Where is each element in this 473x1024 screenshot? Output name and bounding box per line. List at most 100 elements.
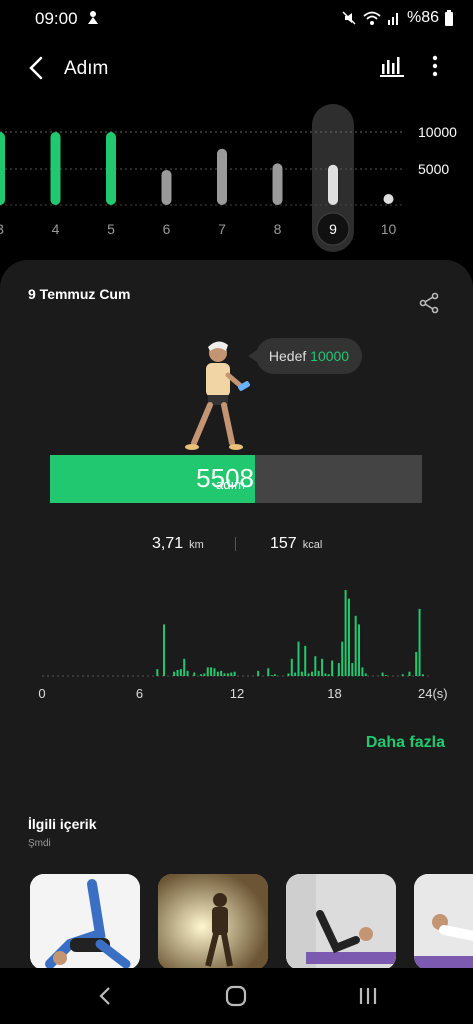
hourly-bar xyxy=(287,673,290,676)
day-bar-7[interactable] xyxy=(217,148,227,205)
hourly-bar xyxy=(418,608,421,676)
day-label-7[interactable]: 7 xyxy=(218,221,226,237)
hourly-bar xyxy=(351,663,354,676)
hourly-bar xyxy=(310,671,313,676)
hourly-bar xyxy=(324,673,327,676)
calories-unit: kcal xyxy=(302,539,323,551)
hourly-bar xyxy=(267,668,270,676)
day-bar-6[interactable] xyxy=(161,169,172,205)
hourly-bar xyxy=(358,624,361,676)
hourly-bar xyxy=(220,670,223,676)
calories-value: 157 xyxy=(270,535,297,552)
related-content-title: İlgili içerik xyxy=(28,816,97,832)
steps-progress-bar: 5508 adım xyxy=(50,455,422,503)
related-content-subtitle: Şmdi xyxy=(28,838,51,849)
day-bar-8[interactable] xyxy=(272,163,283,205)
day-bar-3[interactable] xyxy=(0,132,5,205)
hourly-bar xyxy=(186,670,189,676)
day-bar-5[interactable] xyxy=(106,132,116,205)
hourly-bar xyxy=(213,668,216,676)
hourly-bar xyxy=(173,671,176,676)
status-time: 09:00 xyxy=(35,9,78,28)
hourly-bar xyxy=(210,667,213,676)
hourly-bar xyxy=(321,658,324,676)
notification-icon xyxy=(88,11,98,24)
hourly-bar xyxy=(230,672,233,676)
content-card-plank[interactable] xyxy=(414,874,473,970)
hourly-bar xyxy=(344,590,347,676)
hourly-bar xyxy=(415,651,418,676)
day-label-9[interactable]: 9 xyxy=(329,221,337,237)
share-icon[interactable] xyxy=(418,292,440,314)
hourly-bar xyxy=(304,645,307,676)
hourly-bar xyxy=(300,671,303,676)
hourly-bar xyxy=(364,673,367,676)
nav-home-icon[interactable] xyxy=(224,984,248,1008)
hourly-bar xyxy=(331,660,334,676)
hourly-bar xyxy=(176,669,179,676)
hourly-bar xyxy=(226,673,229,676)
hourly-bar xyxy=(179,669,182,676)
hourly-bar xyxy=(270,675,273,676)
system-navigation-bar xyxy=(0,968,473,1024)
hourly-bar xyxy=(384,675,387,676)
daily-steps-chart[interactable]: 10000 5000 3 4 5 6 7 8 9 10 xyxy=(0,100,473,260)
day-label-5[interactable]: 5 xyxy=(107,221,115,237)
day-label-10[interactable]: 10 xyxy=(381,221,397,237)
running-image xyxy=(158,874,268,970)
day-label-8[interactable]: 8 xyxy=(274,221,282,237)
hourly-tick-label: 12 xyxy=(230,686,244,701)
wifi-icon xyxy=(363,11,381,25)
crunch-exercise-image xyxy=(286,874,396,970)
calories-stat: 157 kcal xyxy=(270,535,322,553)
level-label-10000: 10000 xyxy=(418,124,457,140)
hourly-tick-label: 0 xyxy=(38,686,45,701)
content-card-yoga-bridge[interactable] xyxy=(30,874,140,970)
distance-calories-row: 3,71 km 157 kcal xyxy=(0,535,473,557)
nav-recents-icon[interactable] xyxy=(356,984,380,1008)
content-card-crunch[interactable] xyxy=(286,874,396,970)
day-bar-10[interactable] xyxy=(383,194,394,204)
hourly-bar xyxy=(337,663,340,676)
goal-bubble: Hedef 10000 xyxy=(248,338,362,374)
goal-label: Hedef xyxy=(268,348,307,364)
level-label-5000: 5000 xyxy=(418,161,449,177)
more-options-icon[interactable] xyxy=(425,54,445,78)
hourly-bar xyxy=(206,667,209,676)
mute-icon xyxy=(342,11,356,25)
content-card-running[interactable] xyxy=(158,874,268,970)
hourly-bar xyxy=(341,641,344,676)
hourly-bar xyxy=(297,641,300,676)
hourly-steps-chart: 0 6 12 18 24(s) xyxy=(38,590,448,701)
hourly-bar xyxy=(327,674,330,676)
hourly-bar xyxy=(257,670,260,676)
hourly-bar xyxy=(200,674,203,676)
selected-date: 9 Temmuz Cum xyxy=(28,286,131,302)
battery-percent: %86 xyxy=(406,9,439,26)
day-label-3[interactable]: 3 xyxy=(0,221,4,237)
distance-unit: km xyxy=(189,539,204,551)
day-bar-9[interactable] xyxy=(328,164,338,205)
stats-divider xyxy=(235,537,236,551)
hourly-bar xyxy=(294,672,297,676)
day-label-6[interactable]: 6 xyxy=(163,221,171,237)
hourly-tick-label: 6 xyxy=(136,686,143,701)
hourly-bar xyxy=(314,656,317,676)
hourly-bar xyxy=(163,624,166,676)
related-content-carousel[interactable] xyxy=(30,874,473,974)
distance-stat: 3,71 km xyxy=(152,535,204,553)
day-label-4[interactable]: 4 xyxy=(52,221,60,237)
hourly-bar xyxy=(273,674,276,676)
back-icon[interactable] xyxy=(24,54,48,82)
hourly-bar xyxy=(381,672,384,676)
hourly-tick-label: 24(s) xyxy=(418,686,448,701)
status-bar: 09:00 %86 xyxy=(0,0,473,36)
hourly-bar xyxy=(290,658,293,676)
chart-view-icon[interactable] xyxy=(380,54,404,78)
day-bar-4[interactable] xyxy=(50,132,61,205)
more-details-link[interactable]: Daha fazla xyxy=(366,734,445,752)
battery-icon xyxy=(445,10,453,26)
nav-back-icon[interactable] xyxy=(94,984,118,1008)
hourly-bar xyxy=(401,674,404,676)
app-bar: Adım xyxy=(0,40,473,96)
